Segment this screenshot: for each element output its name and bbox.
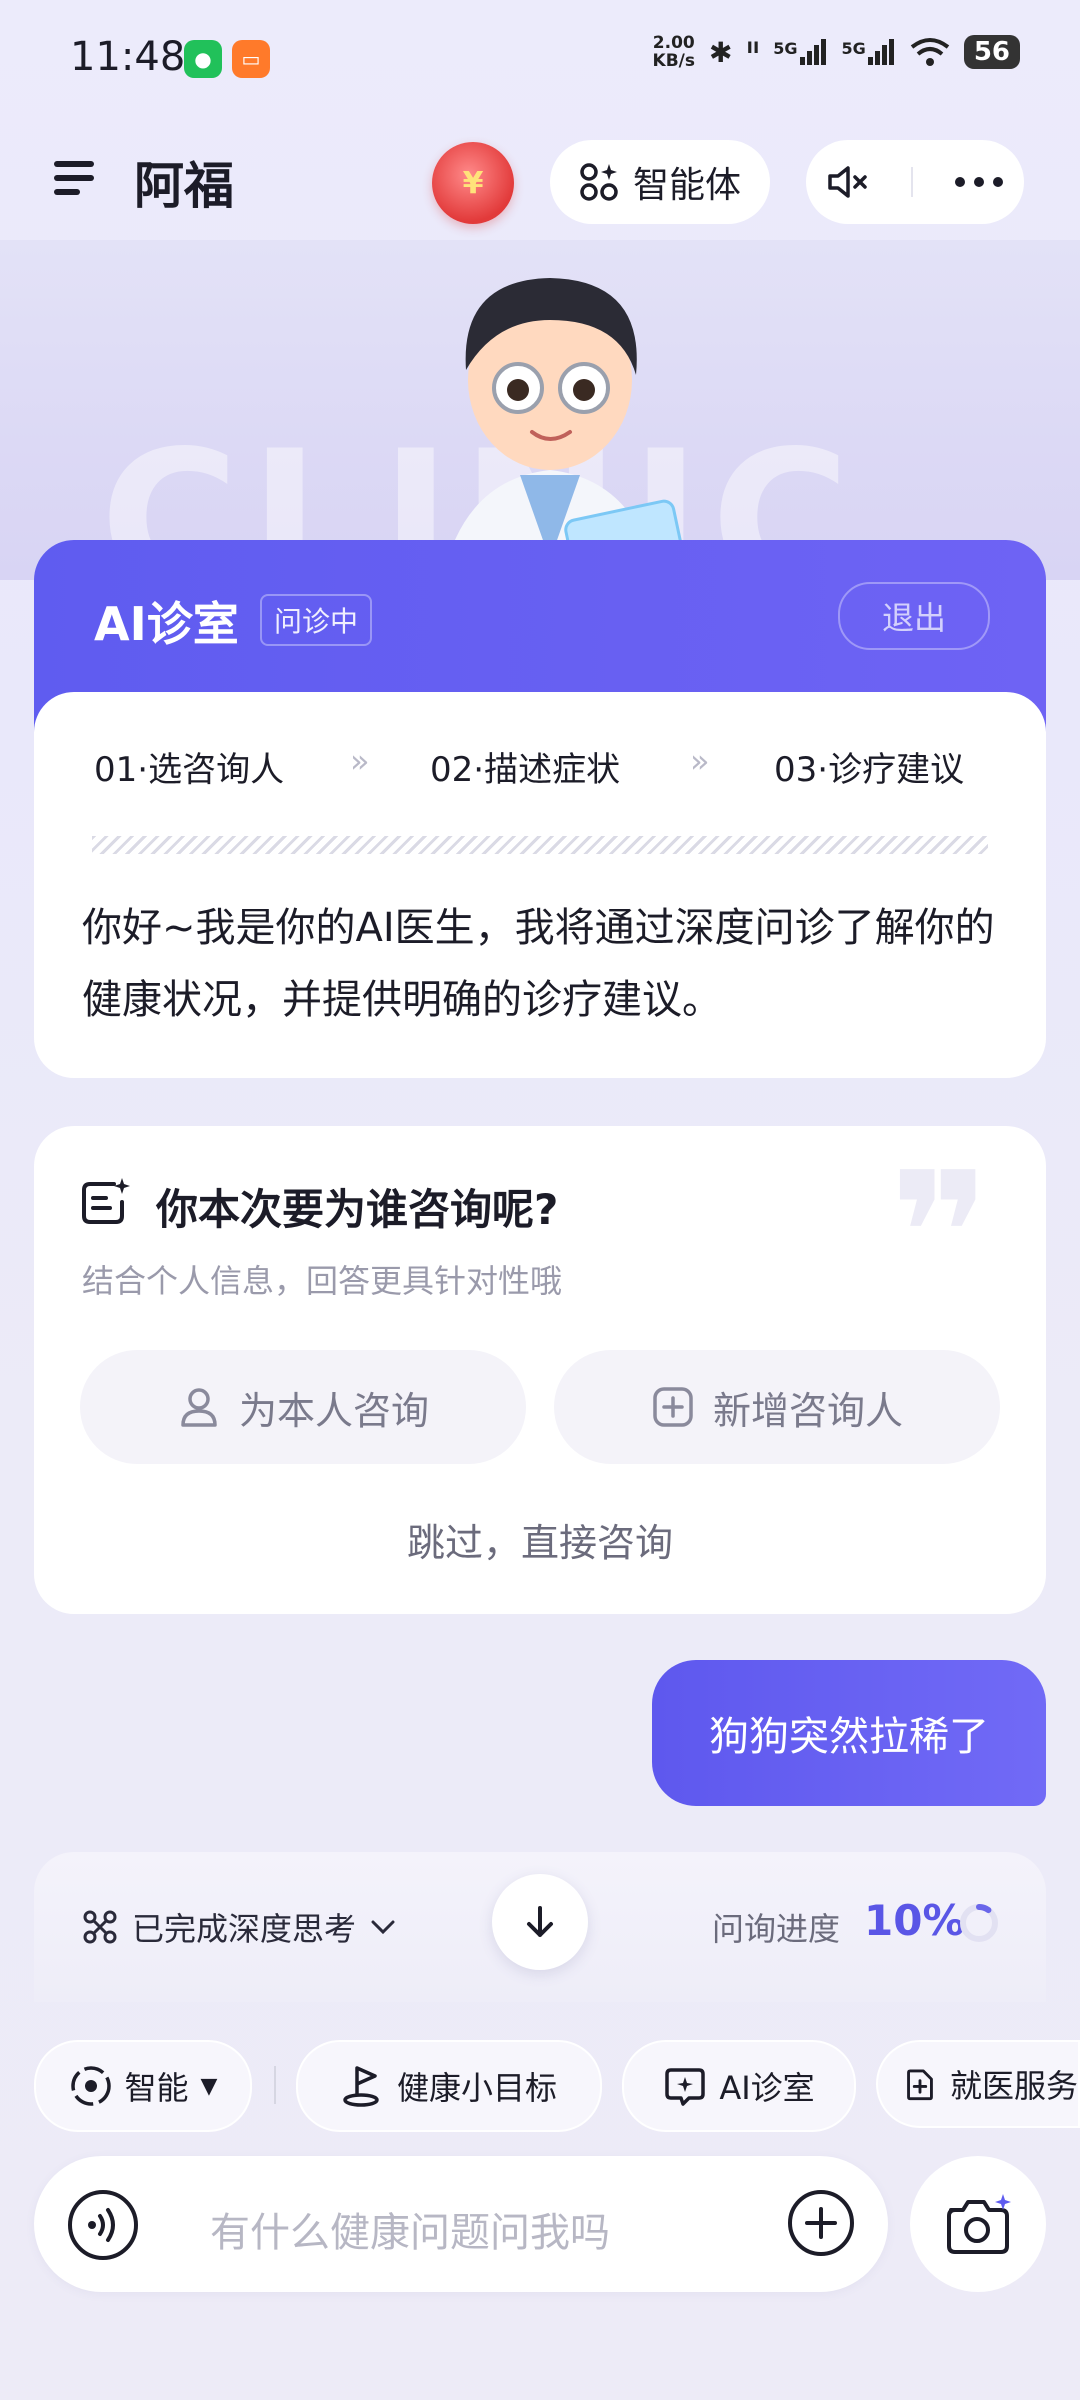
chip-smart[interactable]: 智能 ▼ xyxy=(34,2040,252,2132)
app-title: 阿福 xyxy=(134,157,234,215)
user-message-text: 狗狗突然拉稀了 xyxy=(709,1714,989,1760)
agent-icon xyxy=(580,163,618,201)
consult-title: 你本次要为谁咨询呢? xyxy=(156,1185,559,1234)
taobao-icon: ▭ xyxy=(232,40,270,78)
battery-icon: 56 xyxy=(963,35,1020,69)
add-icon xyxy=(653,1387,693,1427)
add-consultee-button[interactable]: 新增咨询人 xyxy=(554,1350,1000,1464)
camera-icon xyxy=(947,2194,1011,2254)
chip-ai-room[interactable]: AI诊室 xyxy=(622,2040,856,2132)
step-separator: » xyxy=(350,742,369,780)
chat-input[interactable]: 有什么健康问题问我吗 xyxy=(210,2200,610,2258)
mute-icon[interactable] xyxy=(826,162,870,202)
signal-icon: 5G xyxy=(773,39,827,65)
dropdown-caret-icon: ▼ xyxy=(200,2073,218,2099)
status-time: 11:48 xyxy=(70,34,186,80)
progress-label: 问询进度 xyxy=(712,1910,841,1948)
doctor-avatar-illustration xyxy=(442,278,686,580)
wifi-icon xyxy=(910,38,950,66)
step-treatment-advice: 03·诊疗建议 xyxy=(774,750,965,790)
consult-subtitle: 结合个人信息，回答更具针对性哦 xyxy=(82,1262,563,1300)
menu-icon[interactable] xyxy=(52,155,98,201)
consult-self-button[interactable]: 为本人咨询 xyxy=(80,1350,526,1464)
ai-room-title: AI诊室 xyxy=(94,597,239,651)
user-message-bubble: 狗狗突然拉稀了 xyxy=(652,1660,1046,1806)
smart-icon xyxy=(70,2066,111,2106)
thinking-toggle[interactable]: 已完成深度思考 xyxy=(82,1904,396,1950)
chip-medical-service[interactable]: 就医服务 xyxy=(876,2040,1080,2128)
arrow-down-icon xyxy=(527,1906,553,1937)
bluetooth-icon: ✱ xyxy=(709,35,733,69)
step-describe-symptoms: 02·描述症状 xyxy=(430,750,621,790)
camera-button[interactable] xyxy=(910,2156,1046,2292)
progress-ring xyxy=(960,1904,998,1942)
header-actions xyxy=(806,140,1024,224)
quote-icon: ❞ xyxy=(890,1136,990,1334)
step-separator: » xyxy=(690,742,709,780)
skip-link[interactable]: 跳过，直接咨询 xyxy=(0,1512,1080,1567)
person-icon xyxy=(181,1388,217,1427)
more-icon[interactable] xyxy=(954,176,1004,188)
doctor-intro-message: 你好~我是你的AI医生，我将通过深度问诊了解你的健康状况，并提供明确的诊疗建议。 xyxy=(82,905,995,1023)
clinic-banner: CLINIC xyxy=(0,240,1080,580)
net-speed: 2.00 KB/s xyxy=(652,33,696,71)
earbuds-icon: ᑊᑊ xyxy=(746,35,760,69)
voice-input-icon[interactable] xyxy=(66,2188,140,2262)
chevron-down-icon xyxy=(371,1920,395,1935)
redpacket-icon[interactable]: ¥ xyxy=(432,142,514,224)
step-select-person: 01·选咨询人 xyxy=(94,750,285,790)
divider xyxy=(910,167,913,197)
ai-room-icon xyxy=(665,2068,706,2106)
medical-service-icon xyxy=(907,2069,933,2101)
signal-icon: 5G xyxy=(842,39,896,65)
progress-value: 10% xyxy=(864,1896,965,1945)
divider xyxy=(92,836,988,854)
status-icons: 2.00 KB/s ✱ ᑊᑊ 5G 5G 56 xyxy=(653,34,1020,70)
divider xyxy=(274,2066,276,2104)
status-badge: 问诊中 xyxy=(260,594,373,646)
chip-health-goal[interactable]: 健康小目标 xyxy=(296,2040,602,2132)
scroll-down-button[interactable] xyxy=(492,1874,588,1970)
goal-icon xyxy=(343,2066,379,2107)
wechat-icon: ● xyxy=(184,40,222,78)
form-icon xyxy=(82,1178,130,1224)
agent-button[interactable]: 智能体 xyxy=(550,140,770,224)
thinking-icon xyxy=(83,1910,117,1944)
exit-button[interactable]: 退出 xyxy=(838,582,990,650)
add-attachment-icon[interactable] xyxy=(786,2188,856,2258)
